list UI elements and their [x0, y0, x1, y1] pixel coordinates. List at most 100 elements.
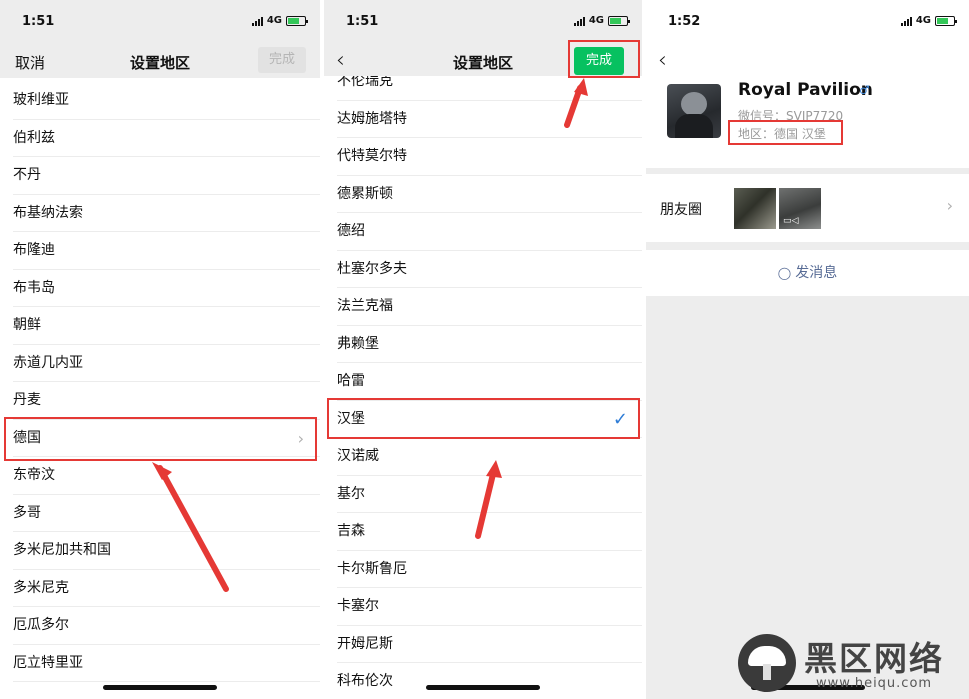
list-item[interactable]: 赤道几内亚 — [0, 345, 320, 383]
highlight-box — [728, 120, 843, 145]
list-item-label: 布基纳法索 — [13, 204, 83, 221]
contact-profile-screen: 1:52 4G ‹ Royal Pavilion ♂ 微信号：SVIP7720 … — [646, 0, 969, 699]
network-label: 4G — [915, 15, 931, 26]
list-item-label: 基尔 — [337, 485, 365, 502]
status-indicators: 4G — [251, 15, 308, 26]
signal-icon — [900, 16, 912, 26]
list-item-label: 卡尔斯鲁厄 — [337, 560, 407, 577]
list-item[interactable]: 厄立特里亚 — [0, 645, 320, 683]
list-item-label: 法兰克福 — [337, 298, 393, 314]
list-item[interactable]: 不丹 — [0, 157, 320, 195]
list-item[interactable]: 多哥 — [0, 495, 320, 533]
back-arrow-icon[interactable]: ‹ — [658, 48, 667, 73]
battery-icon — [608, 15, 630, 26]
list-item-label: 厄瓜多尔 — [13, 617, 69, 633]
list-item-label: 弗赖堡 — [337, 335, 379, 352]
list-item-label: 玻利维亚 — [13, 92, 69, 108]
list-item-label: 多米尼加共和国 — [13, 542, 111, 558]
battery-icon — [286, 15, 308, 26]
list-item-label: 厄立特里亚 — [13, 654, 83, 671]
list-item-label: 吉森 — [337, 523, 365, 539]
contact-name: Royal Pavilion — [738, 80, 873, 100]
list-item-label: 达姆施塔特 — [337, 110, 407, 127]
chat-bubble-icon: ◯ — [777, 266, 792, 280]
moments-thumbnail: ▭◁ — [779, 188, 821, 229]
list-item[interactable]: 杜塞尔多夫 — [324, 251, 642, 289]
status-bar: 1:51 4G — [0, 0, 320, 44]
list-item-label: 朝鲜 — [13, 317, 41, 333]
list-item-label: 汉诺威 — [337, 448, 379, 464]
list-item-label: 多哥 — [13, 504, 41, 521]
chevron-right-icon: › — [946, 196, 953, 215]
home-indicator — [103, 685, 217, 690]
list-item[interactable]: 布隆迪 — [0, 232, 320, 270]
status-bar: 1:52 4G — [646, 0, 969, 44]
list-item[interactable]: 布基纳法索 — [0, 195, 320, 233]
navigation-bar: 取消 设置地区 完成 — [0, 44, 320, 78]
list-item[interactable]: 德累斯顿 — [324, 176, 642, 214]
list-item[interactable]: 科布伦次 — [324, 663, 642, 699]
list-item[interactable]: 德绍 — [324, 213, 642, 251]
list-item-label: 科布伦次 — [337, 673, 393, 689]
watermark-text: 黑区网络 — [804, 639, 944, 678]
network-label: 4G — [588, 15, 604, 26]
highlight-box — [4, 417, 317, 461]
done-button[interactable]: 完成 — [258, 47, 306, 73]
list-item[interactable]: 弗赖堡 — [324, 326, 642, 364]
status-time: 1:52 — [668, 14, 701, 29]
watermark-url: www.heiqu.com — [816, 676, 933, 691]
send-message-label: 发消息 — [795, 265, 838, 281]
list-item[interactable]: 汉诺威 — [324, 438, 642, 476]
list-item[interactable]: 厄瓜多尔 — [0, 607, 320, 645]
network-label: 4G — [266, 15, 282, 26]
region-picker-country-screen: 1:51 4G 取消 设置地区 完成 玻利维亚 伯利兹 不丹 布基纳法索 布隆迪… — [0, 0, 320, 699]
list-item-label: 布隆迪 — [13, 242, 55, 258]
list-item-label: 多米尼克 — [13, 579, 69, 596]
list-item-label: 丹麦 — [13, 392, 41, 408]
list-item[interactable]: 丹麦 — [0, 382, 320, 420]
list-item[interactable]: 伯利兹 — [0, 120, 320, 158]
signal-icon — [251, 16, 263, 26]
status-bar: 1:51 4G — [324, 0, 642, 44]
list-item-label: 赤道几内亚 — [13, 354, 83, 371]
battery-icon — [935, 15, 957, 26]
list-item[interactable]: 开姆尼斯 — [324, 626, 642, 664]
send-message-button[interactable]: ◯ 发消息 — [646, 250, 969, 296]
list-item[interactable]: 多米尼克 — [0, 570, 320, 608]
status-indicators: 4G — [573, 15, 630, 26]
list-item[interactable]: 朝鲜 — [0, 307, 320, 345]
list-item-label: 哈雷 — [337, 373, 365, 389]
list-item[interactable]: 法兰克福 — [324, 288, 642, 326]
list-item-label: 代特莫尔特 — [337, 148, 407, 164]
list-item-label: 开姆尼斯 — [337, 635, 393, 652]
list-item-label: 德绍 — [337, 223, 365, 239]
list-item[interactable]: 卡尔斯鲁厄 — [324, 551, 642, 589]
list-item[interactable]: 吉森 — [324, 513, 642, 551]
list-item[interactable]: 玻利维亚 — [0, 82, 320, 120]
list-item-label: 东帝汶 — [13, 467, 55, 483]
list-item[interactable]: 布韦岛 — [0, 270, 320, 308]
list-item-label: 伯利兹 — [13, 129, 55, 146]
list-item[interactable]: 基尔 — [324, 476, 642, 514]
list-item-label: 杜塞尔多夫 — [337, 260, 407, 277]
profile-header: ‹ Royal Pavilion ♂ 微信号：SVIP7720 地区：德国 汉堡 — [646, 44, 969, 168]
watermark: 黑区网络 www.heiqu.com — [738, 632, 963, 694]
moments-row[interactable]: 朋友圈 ▭◁ › — [646, 174, 969, 242]
list-item[interactable]: 代特莫尔特 — [324, 138, 642, 176]
avatar[interactable] — [667, 84, 721, 138]
list-item[interactable]: 东帝汶 — [0, 457, 320, 495]
list-item[interactable]: 哈雷 — [324, 363, 642, 401]
male-gender-icon: ♂ — [859, 83, 870, 97]
home-indicator — [426, 685, 540, 690]
moments-thumbnail — [734, 188, 776, 229]
moments-label: 朋友圈 — [660, 202, 702, 218]
list-item[interactable]: 多米尼加共和国 — [0, 532, 320, 570]
status-indicators: 4G — [900, 15, 957, 26]
list-item-label: 卡塞尔 — [337, 598, 379, 614]
list-item-label: 布韦岛 — [13, 279, 55, 296]
region-picker-city-screen: 不伦瑞克 达姆施塔特 代特莫尔特 德累斯顿 德绍 杜塞尔多夫 法兰克福 弗赖堡 … — [324, 0, 642, 699]
highlight-box — [327, 398, 640, 439]
list-item[interactable]: 达姆施塔特 — [324, 101, 642, 139]
list-item[interactable]: 卡塞尔 — [324, 588, 642, 626]
status-time: 1:51 — [22, 14, 55, 29]
